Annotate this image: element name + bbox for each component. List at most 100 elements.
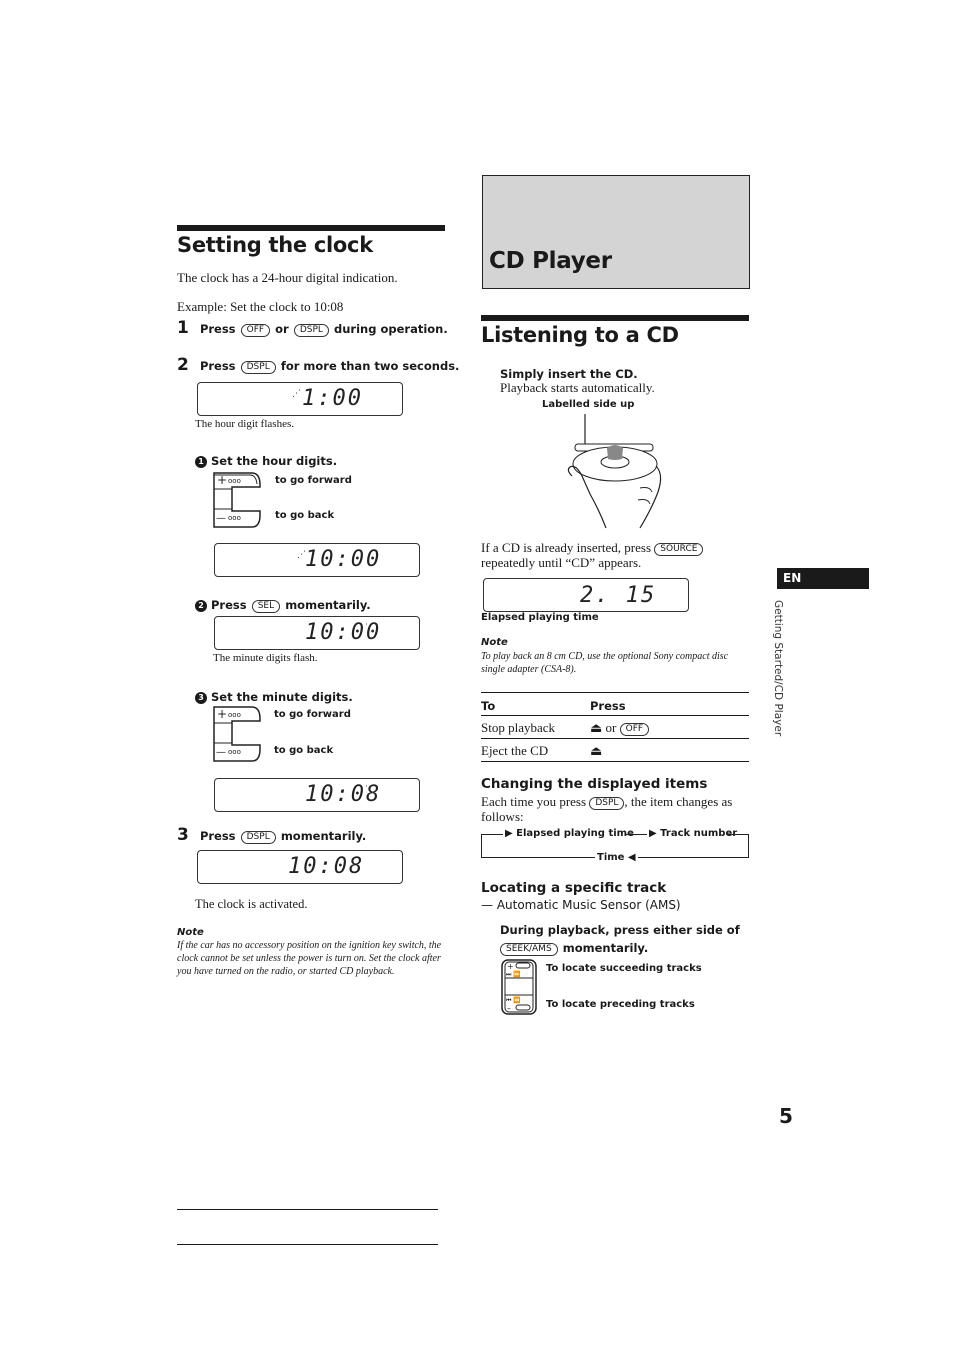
locating-step: During playback, press either side of	[500, 923, 740, 937]
changing-pre: Each time you press	[481, 794, 587, 809]
title-rule	[177, 225, 445, 231]
svg-text:—: —	[216, 747, 226, 758]
clock-activated-caption: The clock is activated.	[195, 897, 308, 911]
page-title-listening: Listening to a CD	[481, 323, 679, 347]
dspl-key: DSPL	[293, 324, 329, 337]
step-3: 3 Press DSPL momentarily.	[177, 825, 366, 845]
sel-key: SEL	[251, 600, 281, 613]
lcd-display-2: 10:00 ⋰	[214, 543, 420, 577]
svg-text:+: +	[507, 962, 514, 971]
back-label: to go back	[275, 510, 335, 521]
flash-mark-icon: ⋱	[365, 785, 374, 795]
note-title: Note	[177, 927, 204, 938]
step-text: Press	[199, 359, 236, 373]
cycle-label: Time	[597, 852, 625, 863]
note-body: If the car has no accessory position on …	[177, 940, 442, 977]
forward-label: to go forward	[274, 709, 351, 720]
lcd-display-cd: 2. 15	[483, 578, 689, 612]
already-post: repeatedly until “CD” appears.	[481, 555, 642, 570]
title-rule	[481, 315, 749, 321]
eject-icon: ⏏	[590, 720, 603, 735]
or-text: or	[605, 720, 617, 735]
preceding-label: To locate preceding tracks	[546, 999, 695, 1010]
insert-step: Simply insert the CD.	[500, 367, 638, 381]
rocker-switch-icon: + ooo — ooo	[213, 706, 261, 762]
lcd-value: 1:00	[302, 386, 363, 411]
locating-subtitle: — Automatic Music Sensor (AMS)	[481, 898, 681, 912]
flash-mark-icon: ⋰	[292, 389, 301, 399]
substep-1: 1 Set the hour digits.	[195, 450, 337, 469]
step-text: Press	[199, 829, 236, 843]
already-inserted-text: If a CD is already inserted, press SOURC…	[481, 541, 751, 570]
lcd-display-3: 10:00 ⋱	[214, 616, 420, 650]
footer-rule-1	[177, 1209, 438, 1210]
cycle-item-time: Time ◀	[595, 852, 638, 863]
lcd-display-5: 10:08	[197, 850, 403, 884]
dspl-key: DSPL	[589, 797, 625, 810]
svg-text:ooo: ooo	[228, 711, 241, 719]
forward-label: to go forward	[275, 475, 352, 486]
dspl-key: DSPL	[240, 361, 276, 374]
eject-icon: ⏏	[590, 743, 603, 758]
already-pre: If a CD is already inserted, press	[481, 540, 652, 555]
cycle-label: Elapsed playing time	[516, 828, 634, 839]
seek-rocker-icon: + ⏭ ⏩ ⏮ ⏪ –	[501, 959, 537, 1015]
step-1: 1 Press OFF or DSPL during operation.	[177, 318, 448, 338]
language-label: EN	[783, 571, 802, 585]
circled-number-icon: 3	[195, 692, 207, 704]
cycle-item-track: ▶ Track number	[647, 828, 740, 839]
dspl-key: DSPL	[240, 831, 276, 844]
note-title: Note	[481, 637, 508, 648]
cycle-label: Track number	[660, 828, 738, 839]
svg-text:ooo: ooo	[228, 748, 241, 756]
step-text: Press	[199, 322, 236, 336]
svg-text:⏭ ⏩: ⏭ ⏩	[506, 970, 521, 978]
seek-ams-key: SEEK/AMS	[500, 943, 558, 956]
display-cycle-diagram: ▶ Elapsed playing time ▶ Track number Ti…	[481, 826, 749, 863]
controls-table: To Press Stop playback ⏏ or OFF Eject th…	[481, 692, 749, 762]
step-text: during operation.	[334, 322, 448, 336]
svg-text:+: +	[217, 707, 227, 721]
footer-rule-2	[177, 1244, 438, 1245]
cycle-item-elapsed: ▶ Elapsed playing time	[503, 828, 636, 839]
off-key: OFF	[619, 723, 650, 736]
locating-step-key: SEEK/AMS momentarily.	[500, 937, 648, 956]
section-title: CD Player	[489, 248, 612, 274]
circled-number-icon: 1	[195, 456, 207, 468]
step-text: momentarily.	[562, 941, 649, 955]
circled-number-icon: 2	[195, 600, 207, 612]
insert-sub: Playback starts automatically.	[500, 380, 655, 395]
display-3-caption: The minute digits flash.	[213, 652, 318, 664]
step-2: 2 Press DSPL for more than two seconds.	[177, 355, 459, 375]
intro-text: The clock has a 24-hour digital indicati…	[177, 270, 398, 285]
substep-2: 2 Press SEL momentarily.	[195, 594, 371, 613]
off-key: OFF	[240, 324, 271, 337]
substep-text: Set the hour digits.	[211, 454, 338, 468]
svg-text:ooo: ooo	[228, 514, 241, 522]
lcd-display-4: 10:08 ⋱	[214, 778, 420, 812]
changing-title: Changing the displayed items	[481, 776, 708, 792]
elapsed-caption: Elapsed playing time	[481, 612, 599, 623]
step-number: 2	[177, 355, 189, 375]
svg-text:–: –	[507, 1004, 511, 1013]
source-key: SOURCE	[654, 543, 704, 556]
row-to: Stop playback	[481, 720, 556, 735]
svg-text:ooo: ooo	[228, 477, 241, 485]
page-title-setting-clock: Setting the clock	[177, 233, 373, 257]
step-number: 3	[177, 825, 189, 845]
rocker-switch-icon: + ooo — ooo	[213, 472, 261, 528]
step-text: for more than two seconds.	[280, 359, 460, 373]
locating-title: Locating a specific track	[481, 880, 667, 896]
svg-text:—: —	[216, 513, 226, 524]
flash-mark-icon: ⋱	[365, 623, 374, 633]
display-1-caption: The hour digit flashes.	[195, 418, 294, 430]
substep-3: 3 Set the minute digits.	[195, 686, 353, 705]
row-to: Eject the CD	[481, 743, 549, 758]
table-rule	[481, 761, 749, 762]
lcd-value: 10:00	[305, 547, 382, 572]
lcd-display-1: 1:00 ⋰	[197, 382, 403, 416]
step-text: or	[275, 322, 289, 336]
changing-text: Each time you press DSPL, the item chang…	[481, 795, 751, 824]
cd-insert-illustration	[567, 414, 662, 529]
table-row: Stop playback ⏏ or OFF	[481, 716, 749, 738]
